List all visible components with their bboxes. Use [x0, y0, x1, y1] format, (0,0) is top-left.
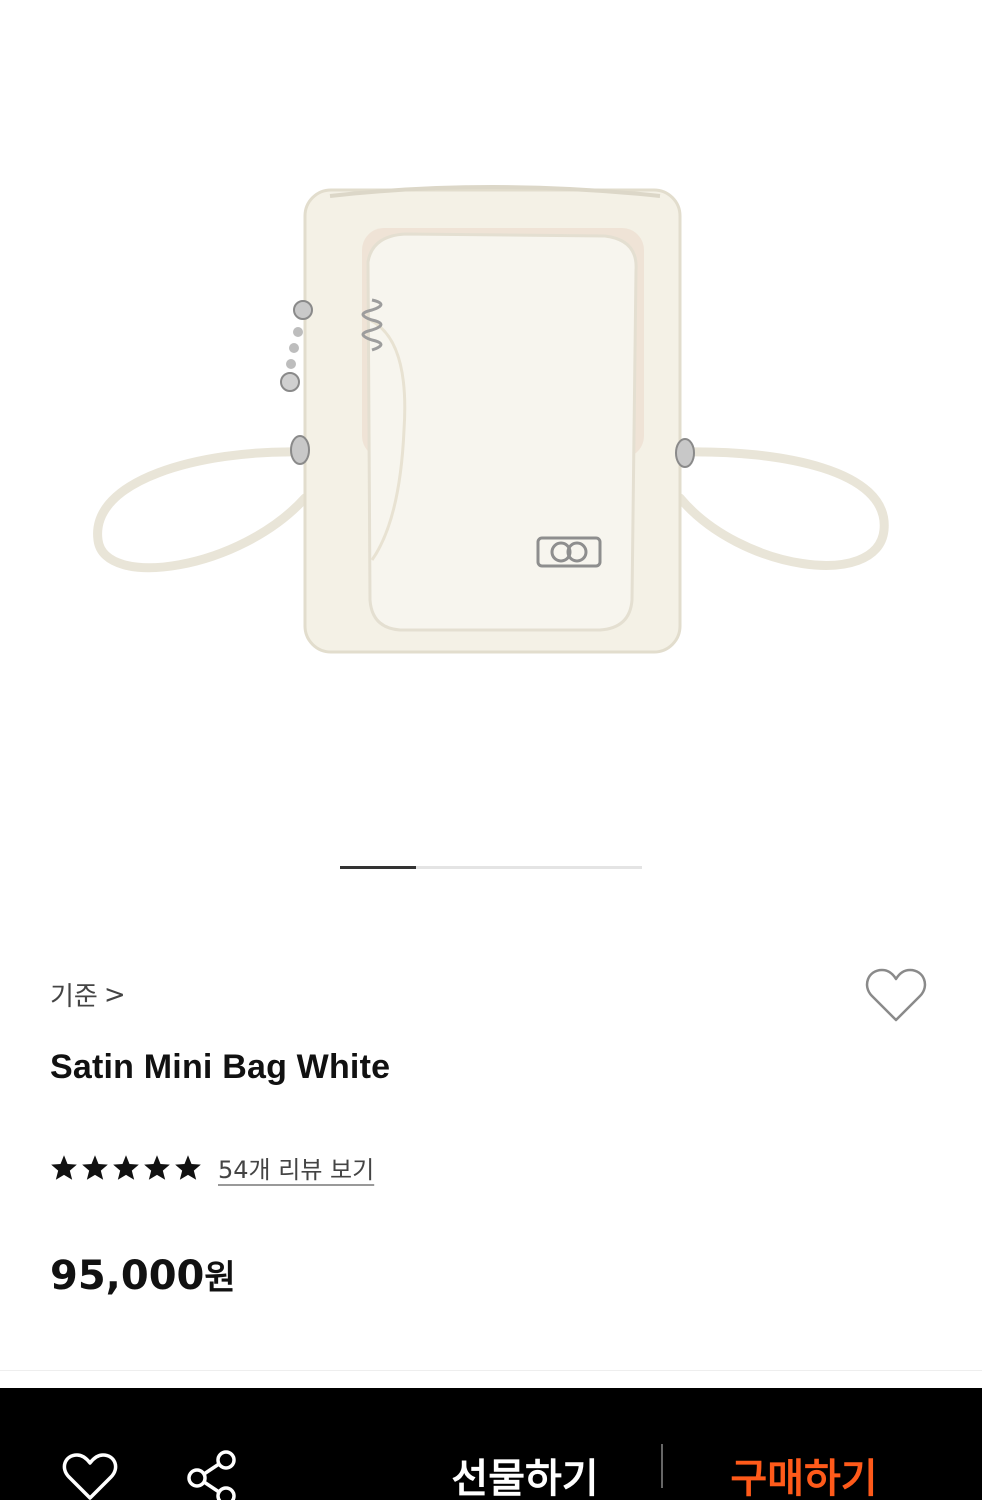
rating-stars	[50, 1154, 202, 1181]
rating-row: 54개 리뷰 보기	[50, 1150, 374, 1185]
star-icon	[175, 1155, 201, 1180]
share-icon	[187, 1450, 236, 1500]
product-image	[93, 185, 889, 654]
chevron-right-icon: >	[103, 979, 126, 1010]
product-title: Satin Mini Bag White	[50, 1048, 391, 1086]
gallery-pagination	[340, 866, 642, 869]
price-amount: 95,000	[50, 1253, 205, 1299]
star-icon	[51, 1155, 77, 1180]
product-price: 95,000원	[50, 1250, 236, 1299]
heart-outline-icon	[62, 1453, 118, 1500]
heart-outline-icon	[865, 968, 927, 1022]
bottom-wishlist-button[interactable]	[60, 1452, 120, 1500]
wishlist-button[interactable]	[864, 966, 928, 1026]
gallery-pagination-indicator	[340, 866, 416, 869]
review-link[interactable]: 54개 리뷰 보기	[218, 1150, 374, 1185]
star-icon	[144, 1155, 170, 1180]
product-page: 기준 > Satin Mini Bag White 54개 리뷰 보기 95,0…	[0, 0, 982, 1500]
brand-link[interactable]: 기준 >	[50, 976, 126, 1013]
star-icon	[82, 1155, 108, 1180]
bottom-action-bar: 선물하기 구매하기	[0, 1388, 982, 1500]
price-unit: 원	[204, 1258, 236, 1298]
brand-name: 기준	[50, 982, 98, 1012]
buy-button[interactable]: 구매하기	[714, 1446, 894, 1500]
bar-separator	[661, 1444, 663, 1488]
divider	[0, 1370, 982, 1371]
share-button[interactable]	[184, 1448, 240, 1500]
product-image-gallery[interactable]	[0, 0, 982, 840]
star-icon	[113, 1155, 139, 1180]
gift-button[interactable]: 선물하기	[440, 1446, 610, 1500]
